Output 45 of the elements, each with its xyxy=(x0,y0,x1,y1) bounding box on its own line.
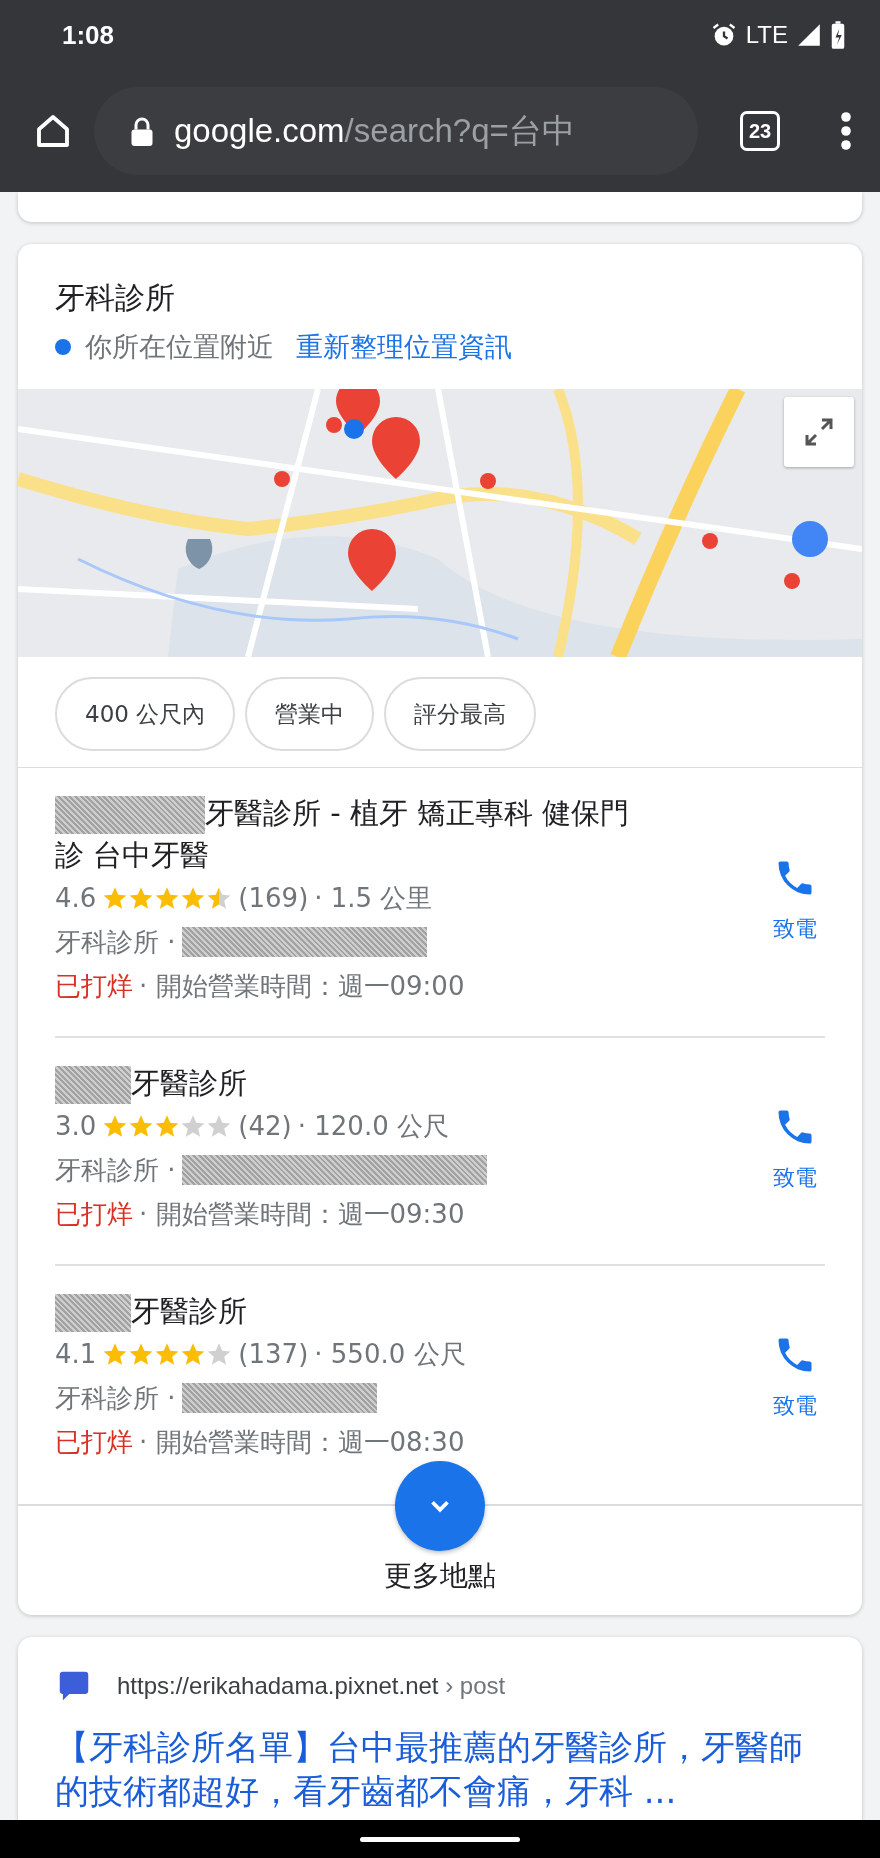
refresh-location-link[interactable]: 重新整理位置資訊 xyxy=(296,329,512,365)
distance: · 550.0 公尺 xyxy=(314,1338,466,1371)
review-count: (169) xyxy=(238,882,309,915)
rating-value: 3.0 xyxy=(55,1110,97,1143)
filter-chip[interactable]: 400 公尺內 xyxy=(55,677,236,751)
call-button[interactable]: 致電 xyxy=(765,1105,825,1193)
review-count: (137) xyxy=(238,1338,309,1371)
more-options-icon[interactable] xyxy=(840,111,852,151)
expand-map-button[interactable] xyxy=(784,397,854,467)
place-name[interactable]: 牙醫診所 xyxy=(55,1062,645,1104)
opening-hours: · 開始營業時間：週一09:00 xyxy=(139,970,465,1003)
home-handle[interactable] xyxy=(360,1836,520,1842)
location-dot-icon xyxy=(55,339,71,355)
network-label: LTE xyxy=(745,21,788,49)
status-time: 1:08 xyxy=(62,19,115,51)
opening-hours: · 開始營業時間：週一09:30 xyxy=(139,1198,465,1231)
tab-count-button[interactable]: 23 xyxy=(740,111,780,151)
lock-icon xyxy=(130,116,154,146)
category: 牙科診所 · xyxy=(55,1154,176,1187)
result-url: https://erikahadama.pixnet.net › post xyxy=(117,1672,506,1700)
category: 牙科診所 · xyxy=(55,1382,176,1415)
open-status: 已打烊 xyxy=(55,970,133,1003)
distance: · 120.0 公尺 xyxy=(297,1110,449,1143)
distance: · 1.5 公里 xyxy=(314,882,433,915)
result-title-link[interactable]: 【牙科診所名單】台中最推薦的牙醫診所，牙醫師的技術都超好，看牙齒都不會痛，牙科 ... xyxy=(55,1725,825,1813)
section-title: 牙科診所 xyxy=(55,279,176,317)
review-count: (42) xyxy=(238,1110,292,1143)
battery-icon xyxy=(830,20,846,50)
rating-value: 4.1 xyxy=(55,1338,97,1371)
open-status: 已打烊 xyxy=(55,1426,133,1459)
expand-more-button[interactable] xyxy=(395,1461,485,1551)
opening-hours: · 開始營業時間：週一08:30 xyxy=(139,1426,465,1459)
call-button[interactable]: 致電 xyxy=(765,1333,825,1421)
place-name[interactable]: 牙醫診所 xyxy=(55,1290,645,1332)
rating-value: 4.6 xyxy=(55,882,97,915)
category: 牙科診所 · xyxy=(55,926,176,959)
more-places-label[interactable]: 更多地點 xyxy=(384,1557,496,1595)
location-note: 你所在位置附近 xyxy=(85,330,274,364)
filter-chip[interactable]: 評分最高 xyxy=(384,677,537,751)
signal-icon xyxy=(796,22,822,48)
filter-chip[interactable]: 營業中 xyxy=(245,677,375,751)
open-status: 已打烊 xyxy=(55,1198,133,1231)
address-bar[interactable]: google.com/search?q=台中 xyxy=(94,87,698,175)
call-button[interactable]: 致電 xyxy=(765,856,825,944)
place-name[interactable]: 牙醫診所 - 植牙 矯正專科 健保門診 台中牙醫 xyxy=(55,792,645,876)
